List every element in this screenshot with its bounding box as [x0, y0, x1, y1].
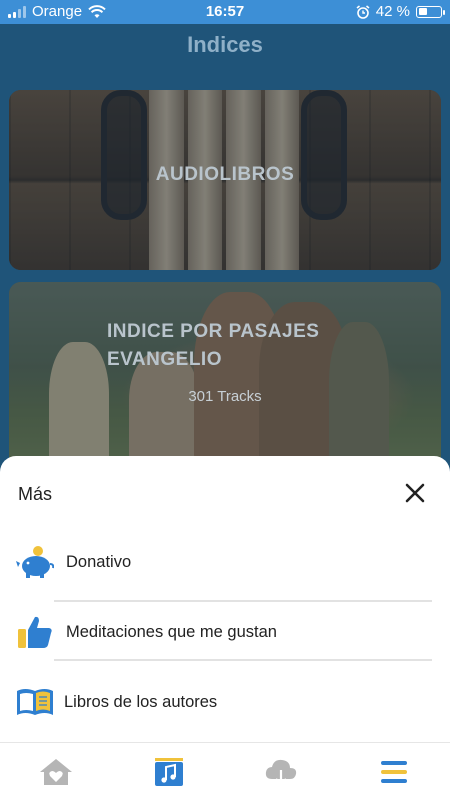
menu-item-author-books[interactable]: Libros de los autores: [0, 674, 450, 730]
thumbs-up-icon: [16, 613, 54, 651]
status-right: 42 %: [356, 3, 445, 20]
home-heart-icon: [40, 758, 73, 785]
card-title: INDICE POR PASAJES EVANGELIO: [107, 318, 319, 374]
tab-home[interactable]: [0, 743, 113, 800]
audiobooks-card[interactable]: AUDIOLIBROS: [9, 90, 441, 270]
battery-fill: [418, 8, 427, 15]
battery-icon: [416, 5, 445, 18]
divider: [54, 600, 432, 602]
tab-menu[interactable]: [338, 743, 450, 800]
menu-item-label: Donativo: [66, 552, 132, 571]
menu-icon: [380, 760, 407, 783]
menu-item-donativo[interactable]: Donativo: [0, 534, 450, 590]
cloud-download-icon: [266, 759, 297, 786]
tab-audio[interactable]: [113, 743, 226, 800]
card-title: AUDIOLIBROS: [155, 164, 295, 185]
divider: [54, 659, 432, 661]
card-title-line-1: INDICE POR PASAJES: [107, 321, 320, 342]
page-title: Indices: [187, 32, 263, 57]
tab-bar: [0, 742, 450, 800]
more-bottom-sheet: Más Donativo Meditaciones que me gustan …: [0, 456, 450, 742]
menu-item-label: Libros de los autores: [64, 692, 218, 711]
piggy-bank-icon: [16, 543, 54, 581]
battery-percent: 42 %: [375, 3, 410, 20]
track-count: 301 Tracks: [188, 388, 262, 405]
close-button[interactable]: [400, 478, 430, 508]
menu-item-liked-meditations[interactable]: Meditaciones que me gustan: [0, 604, 450, 660]
sheet-title: Más: [18, 484, 53, 504]
tab-downloads[interactable]: [225, 743, 338, 800]
menu-item-label: Meditaciones que me gustan: [66, 622, 277, 641]
alarm-icon: [356, 4, 370, 19]
gospel-index-card[interactable]: INDICE POR PASAJES EVANGELIO 301 Tracks: [9, 282, 441, 472]
card-title-line-2: EVANGELIO: [107, 349, 222, 370]
status-bar: Orange 16:57 42 %: [0, 0, 450, 24]
book-icon: [16, 683, 54, 721]
close-icon: [405, 483, 425, 503]
music-note-icon: [154, 757, 183, 786]
